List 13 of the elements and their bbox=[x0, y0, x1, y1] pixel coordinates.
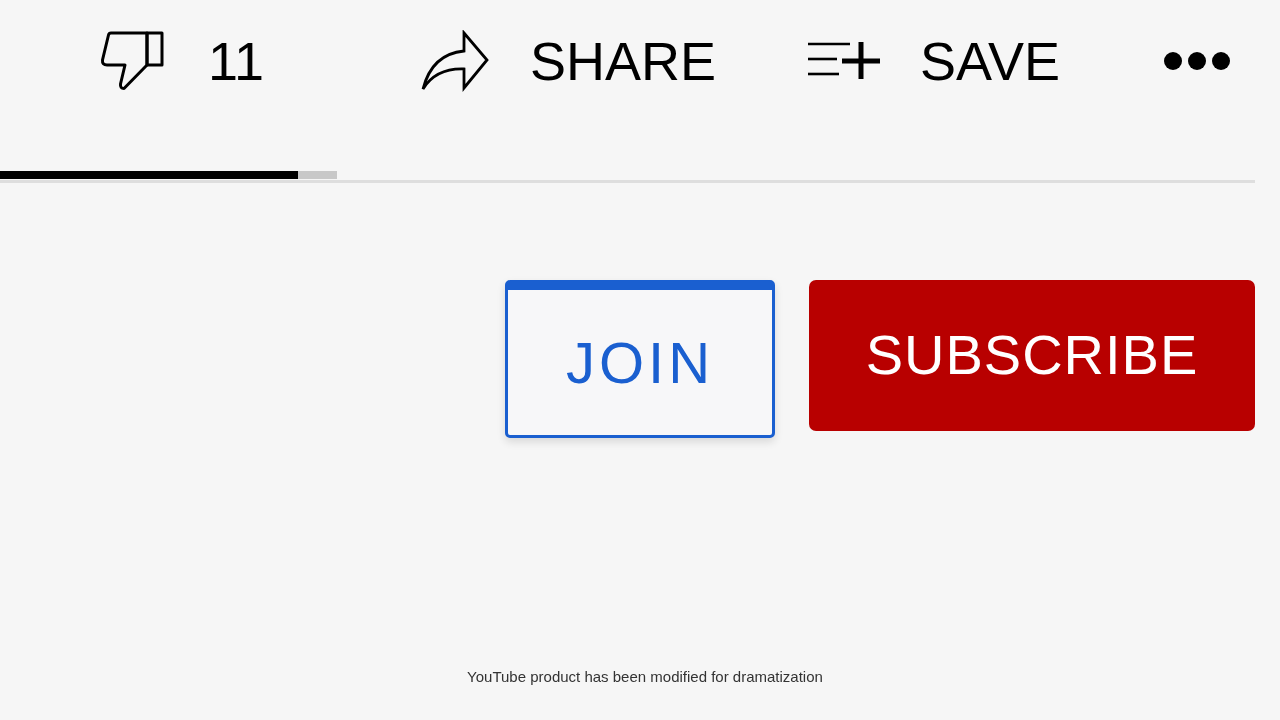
thumbs-down-icon bbox=[100, 31, 164, 91]
save-button[interactable]: SAVE bbox=[808, 34, 1061, 88]
buffered-segment bbox=[298, 171, 338, 179]
share-button[interactable]: SHARE bbox=[420, 30, 717, 92]
disclaimer-text: YouTube product has been modified for dramatization bbox=[467, 666, 823, 687]
more-dots-icon bbox=[1163, 51, 1231, 71]
progress-track[interactable] bbox=[0, 171, 1255, 183]
dislike-button[interactable]: 11 bbox=[100, 31, 265, 91]
share-arrow-icon bbox=[420, 30, 490, 92]
more-button[interactable] bbox=[1163, 51, 1231, 71]
subscribe-button[interactable]: SUBSCRIBE bbox=[809, 280, 1255, 431]
playlist-add-icon bbox=[808, 42, 880, 80]
join-button[interactable]: JOIN bbox=[505, 280, 775, 438]
